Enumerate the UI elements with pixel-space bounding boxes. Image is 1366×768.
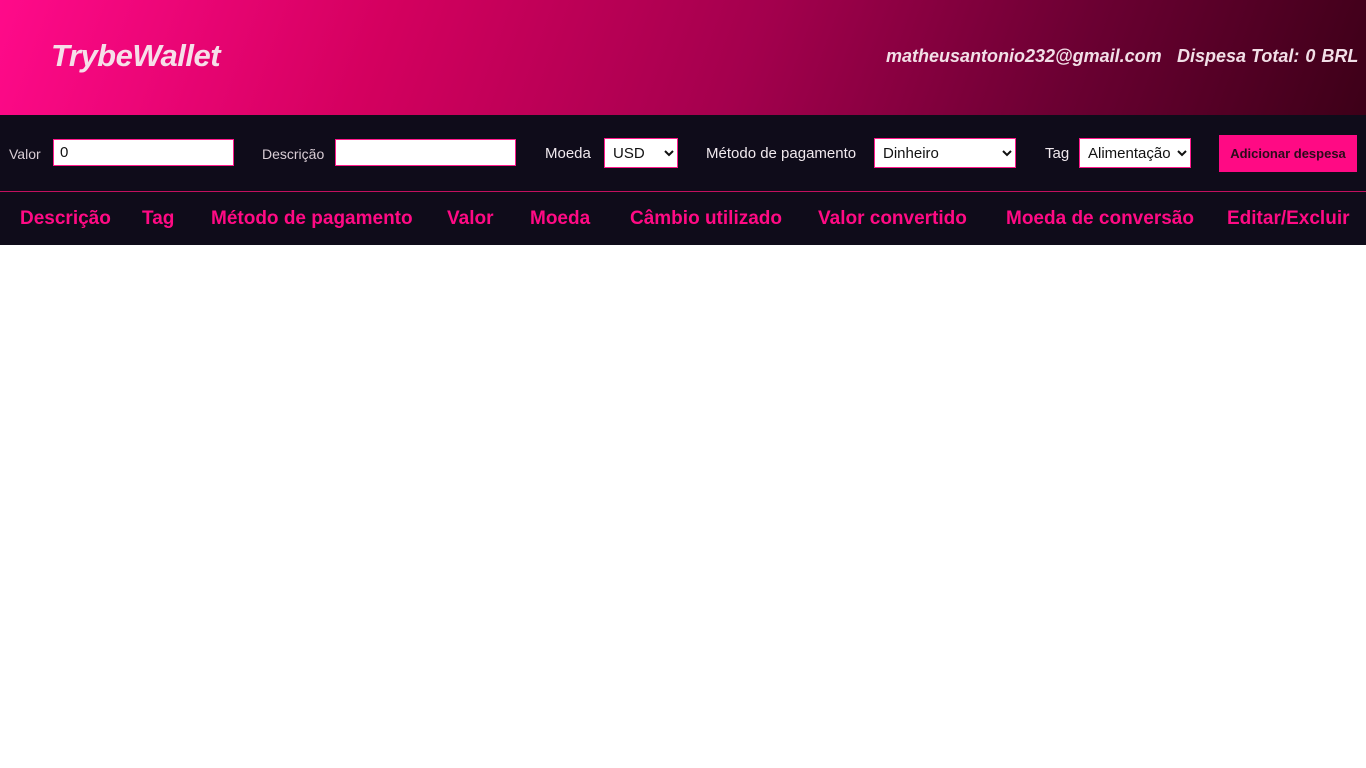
header-moeda-conversao: Moeda de conversão (1006, 208, 1194, 229)
valor-label: Valor (9, 146, 41, 162)
moeda-label: Moeda (545, 145, 591, 162)
expense-table-header: Descrição Tag Método de pagamento Valor … (0, 192, 1366, 245)
total-expense-currency: BRL (1321, 46, 1359, 66)
total-expense-label: Dispesa Total: (1177, 46, 1300, 66)
metodo-select[interactable]: Dinheiro (874, 138, 1016, 168)
expense-form: Valor Descrição Moeda USD Método de paga… (0, 115, 1366, 192)
tag-label: Tag (1045, 145, 1070, 162)
header-metodo: Método de pagamento (211, 208, 413, 229)
header-moeda: Moeda (530, 208, 591, 229)
app-logo: TrybeWallet (51, 38, 221, 73)
header-editar-excluir: Editar/Excluir (1227, 208, 1350, 229)
header-tag: Tag (142, 208, 175, 229)
header-valor: Valor (447, 208, 494, 229)
total-expense-value: 0 (1305, 46, 1316, 66)
total-expense: Dispesa Total: 0 BRL (1177, 46, 1358, 67)
app-header: TrybeWallet matheusantonio232@gmail.com … (0, 0, 1366, 115)
user-email: matheusantonio232@gmail.com (886, 46, 1162, 66)
tag-select[interactable]: Alimentação (1079, 138, 1191, 168)
descricao-input[interactable] (335, 139, 516, 166)
descricao-label: Descrição (262, 146, 325, 162)
header-descricao: Descrição (20, 208, 111, 229)
add-expense-button[interactable]: Adicionar despesa (1219, 135, 1357, 172)
valor-input[interactable] (53, 139, 234, 166)
metodo-label: Método de pagamento (706, 145, 857, 162)
moeda-select[interactable]: USD (604, 138, 678, 168)
header-valor-convertido: Valor convertido (818, 208, 967, 229)
header-cambio: Câmbio utilizado (630, 208, 782, 229)
